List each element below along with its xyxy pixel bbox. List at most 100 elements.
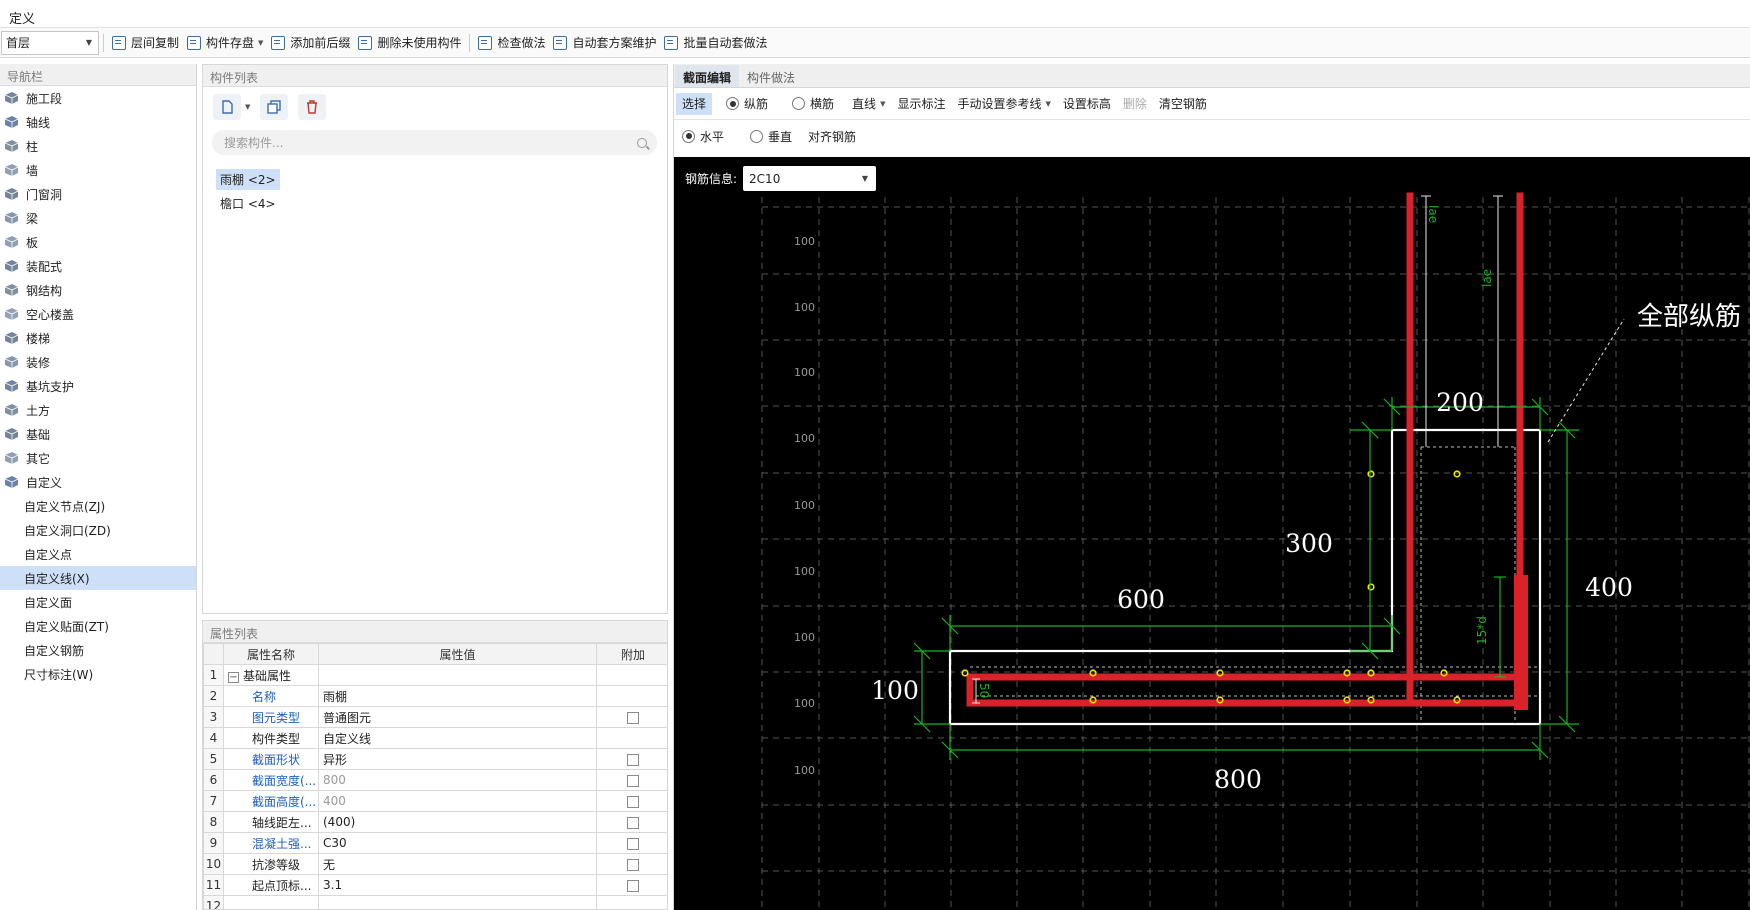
table-row[interactable]: 9 混凝土强... C30 [203,832,667,854]
chevron-down-icon[interactable]: ▼ [258,39,263,47]
rebar-longitudinal[interactable] [966,192,1528,710]
checkbox[interactable] [627,774,639,787]
list-item[interactable]: 雨棚 <2> [216,167,667,191]
sidebar-item[interactable]: 施工段 [0,86,196,110]
longitudinal-radio[interactable]: 纵筋 [720,93,774,115]
checkbox[interactable] [627,753,639,766]
property-group-row[interactable]: 1− 基础属性 [203,664,667,686]
add-affix-button[interactable]: 添加前后缀 [267,31,354,55]
property-value[interactable] [318,664,597,686]
sidebar-subitem[interactable]: 自定义钢筋 [0,638,196,662]
clear-rebar-button[interactable]: 清空钢筋 [1153,93,1213,115]
line-dropdown[interactable]: 直线 ▼ [846,93,891,115]
auto-scheme-button[interactable]: 自动套方案维护 [549,31,660,55]
sidebar-item[interactable]: 门窗洞 [0,182,196,206]
save-component-button[interactable]: 构件存盘 ▼ [183,31,267,55]
horizontal-radio[interactable]: 水平 [676,125,730,147]
rebar-points[interactable] [961,470,1461,704]
tab-component-method[interactable]: 构件做法 [739,65,803,87]
sidebar-item[interactable]: 柱 [0,134,196,158]
collapse-icon[interactable]: − [228,671,239,683]
sidebar-item[interactable]: 基坑支护 [0,374,196,398]
rebar-point[interactable] [1453,470,1461,478]
table-row[interactable]: 3 图元类型 普通图元 [203,706,667,728]
property-value[interactable] [318,895,597,909]
component-search-input[interactable]: 搜索构件... [212,130,657,155]
check-method-button[interactable]: 检查做法 [474,31,549,55]
set-elevation-button[interactable]: 设置标高 [1057,93,1117,115]
table-row[interactable]: 6 截面宽度(... 800 [203,769,667,791]
checkbox[interactable] [627,795,639,808]
table-row[interactable]: 2 名称 雨棚 [203,685,667,707]
property-value[interactable]: C30 [318,832,597,854]
delete-unused-label: 删除未使用构件 [377,36,462,50]
chevron-down-icon[interactable]: ▼ [245,103,250,111]
sidebar-item[interactable]: 墙 [0,158,196,182]
sidebar-subitem[interactable]: 自定义线(X) [0,566,196,590]
select-button[interactable]: 选择 [676,92,713,115]
sidebar-item-label: 空心楼盖 [26,307,75,322]
delete-component-button[interactable] [298,94,327,120]
sidebar-item[interactable]: 梁 [0,206,196,230]
checkbox[interactable] [627,711,639,724]
sidebar-item[interactable]: 其它 [0,446,196,470]
show-annotation-button[interactable]: 显示标注 [891,93,951,115]
table-row[interactable]: 8 轴线距左... (400) [203,811,667,833]
transverse-radio[interactable]: 横筋 [786,93,840,115]
vertical-radio[interactable]: 垂直 [744,125,798,147]
delete-unused-button[interactable]: 删除未使用构件 [354,31,465,55]
table-row[interactable]: 5 截面形状 异形 [203,748,667,770]
sidebar-item[interactable]: 楼梯 [0,326,196,350]
sidebar-item[interactable]: 装配式 [0,254,196,278]
sidebar-item[interactable]: 土方 [0,398,196,422]
sidebar-subitem[interactable]: 尺寸标注(W) [0,662,196,686]
sidebar-item[interactable]: 空心楼盖 [0,302,196,326]
rebar-point[interactable] [961,669,969,677]
sidebar-item[interactable]: 轴线 [0,110,196,134]
property-value[interactable]: 无 [318,853,597,875]
sidebar-subitem[interactable]: 自定义洞口(ZD) [0,518,196,542]
align-rebar-button[interactable]: 对齐钢筋 [802,125,862,147]
floor-select[interactable]: 首层 ▼ [1,30,99,55]
property-value[interactable]: 3.1 [318,874,597,896]
sidebar-item[interactable]: 装修 [0,350,196,374]
ref-line-dropdown[interactable]: 手动设置参考线 ▼ [951,93,1056,115]
batch-auto-button[interactable]: 批量自动套做法 [660,31,771,55]
table-row[interactable]: 4 构件类型 自定义线 [203,727,667,749]
tab-section-edit[interactable]: 截面编辑 [675,65,740,87]
delete-button[interactable]: 删除 [1117,93,1153,115]
property-value[interactable]: (400) [318,811,597,833]
checkbox[interactable] [627,837,639,850]
rebar-point[interactable] [1367,583,1375,591]
table-header-row: 属性名称 属性值 附加 [203,643,667,665]
property-value[interactable]: 400 [318,790,597,812]
sidebar-subitem[interactable]: 自定义面 [0,590,196,614]
rebar-info-select[interactable]: 2C10 ▼ [743,166,877,191]
property-value[interactable]: 普通图元 [318,706,597,728]
new-component-button[interactable] [213,94,241,120]
sidebar-subitem[interactable]: 自定义节点(ZJ) [0,494,196,518]
section-drawing[interactable]: 100100100100100100100100100 600 800 300 … [674,157,1750,910]
copy-floor-button[interactable]: 层间复制 [108,31,183,55]
sidebar-subitem[interactable]: 自定义点 [0,542,196,566]
property-value[interactable]: 异形 [318,748,597,770]
table-row[interactable]: 10 抗渗等级 无 [203,853,667,875]
table-row[interactable]: 11 起点顶标... 3.1 [203,874,667,896]
property-value[interactable]: 雨棚 [318,685,597,707]
drawing-canvas[interactable]: 100 100 100 100 100 100 100 100 100 600 … [674,157,1750,910]
sidebar-item[interactable]: 自定义 [0,470,196,494]
sidebar-item[interactable]: 基础 [0,422,196,446]
table-row[interactable]: 12 [203,895,667,909]
checkbox[interactable] [627,879,639,892]
sidebar-item[interactable]: 钢结构 [0,278,196,302]
property-value[interactable]: 自定义线 [318,727,597,749]
sidebar-item[interactable]: 板 [0,230,196,254]
property-value[interactable]: 800 [318,769,597,791]
list-item[interactable]: 檐口 <4> [216,191,667,215]
checkbox[interactable] [627,816,639,829]
copy-component-button[interactable] [260,94,289,120]
table-row[interactable]: 7 截面高度(... 400 [203,790,667,812]
rebar-point[interactable] [1367,470,1375,478]
sidebar-subitem[interactable]: 自定义贴面(ZT) [0,614,196,638]
checkbox[interactable] [627,858,639,871]
